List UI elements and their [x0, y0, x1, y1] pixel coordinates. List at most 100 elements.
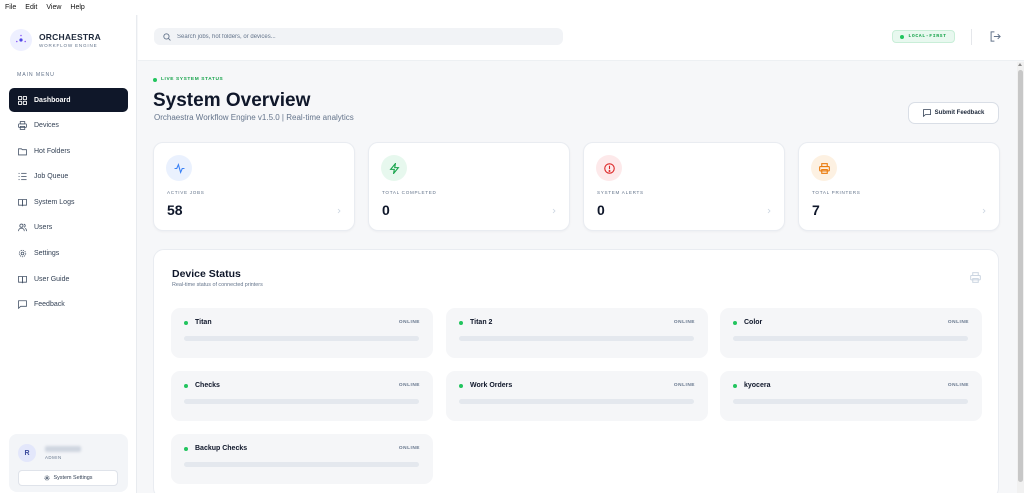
device-bar — [184, 336, 419, 341]
sidebar-item-system-logs[interactable]: System Logs — [9, 190, 128, 214]
device-bar — [459, 399, 694, 404]
live-status: LIVE SYSTEM STATUS — [153, 77, 223, 82]
status-dot — [900, 34, 905, 39]
online-dot — [184, 384, 188, 388]
chevron-right-icon — [552, 208, 556, 214]
device-status-subtitle: Real-time status of connected printers — [172, 282, 263, 288]
gear-icon — [18, 249, 27, 258]
main-content: LIVE SYSTEM STATUS System Overview Orcha… — [138, 62, 1017, 493]
brand-subtitle: WORKFLOW ENGINE — [39, 43, 98, 48]
message-icon — [922, 109, 931, 117]
device-card-work-orders[interactable]: Work Orders ONLINE — [446, 371, 708, 421]
book-icon — [18, 275, 27, 283]
local-first-badge: LOCAL-FIRST — [892, 30, 955, 43]
lightning-icon — [381, 155, 407, 181]
live-status-label: LIVE SYSTEM STATUS — [161, 77, 224, 82]
sidebar-item-label: Devices — [34, 122, 59, 130]
device-bar — [184, 462, 419, 467]
sidebar-item-feedback[interactable]: Feedback — [9, 293, 128, 317]
submit-feedback-button[interactable]: Submit Feedback — [908, 102, 999, 124]
sidebar-item-devices[interactable]: Devices — [9, 114, 128, 138]
device-card-color[interactable]: Color ONLINE — [720, 308, 982, 358]
system-settings-label: System Settings — [53, 475, 93, 481]
chevron-right-icon — [767, 208, 771, 214]
message-icon — [18, 300, 27, 310]
device-card-kyocera[interactable]: kyocera ONLINE — [720, 371, 982, 421]
stat-card-total-completed[interactable]: TOTAL COMPLETED 0 — [368, 142, 570, 231]
device-bar — [459, 336, 694, 341]
scroll-thumb[interactable] — [1018, 70, 1023, 482]
device-name: Checks — [195, 382, 220, 389]
menu-edit[interactable]: Edit — [25, 4, 37, 11]
sidebar-item-label: Settings — [34, 250, 60, 258]
stat-value: 0 — [382, 202, 390, 218]
submit-feedback-label: Submit Feedback — [934, 110, 985, 116]
device-status-title: Device Status — [172, 268, 241, 280]
online-dot — [184, 447, 188, 451]
device-card-titan[interactable]: Titan ONLINE — [171, 308, 433, 358]
topbar: LOCAL-FIRST — [138, 15, 1024, 61]
device-card-titan-2[interactable]: Titan 2 ONLINE — [446, 308, 708, 358]
search-bar[interactable] — [154, 28, 563, 45]
stat-label: TOTAL COMPLETED — [382, 190, 437, 195]
menu-heading: MAIN MENU — [17, 72, 55, 78]
logout-icon[interactable] — [990, 31, 1001, 42]
page-title: System Overview — [153, 90, 311, 111]
device-bar — [733, 336, 968, 341]
sidebar-item-label: Dashboard — [34, 96, 71, 104]
device-status: ONLINE — [398, 320, 420, 325]
stat-label: TOTAL PRINTERS — [812, 190, 861, 195]
search-input[interactable] — [177, 33, 557, 40]
online-dot — [459, 321, 463, 325]
sidebar: ORCHAESTRA WORKFLOW ENGINE MAIN MENU Das… — [0, 15, 137, 493]
system-settings-button[interactable]: System Settings — [18, 470, 118, 486]
menu-file[interactable]: File — [5, 4, 16, 11]
avatar[interactable]: R — [18, 444, 36, 462]
dashboard-icon — [18, 95, 27, 105]
device-name: Titan 2 — [470, 319, 493, 326]
scroll-up-arrow[interactable] — [1018, 63, 1022, 66]
device-name: Backup Checks — [195, 445, 248, 452]
user-name-redacted — [45, 446, 81, 452]
sidebar-item-hot-folders[interactable]: Hot Folders — [9, 139, 128, 163]
stat-card-total-printers[interactable]: TOTAL PRINTERS 7 — [798, 142, 1000, 231]
sidebar-item-label: System Logs — [34, 198, 75, 206]
menu-help[interactable]: Help — [70, 4, 84, 11]
stat-card-system-alerts[interactable]: SYSTEM ALERTS 0 — [583, 142, 785, 231]
brand-title: ORCHAESTRA — [39, 32, 101, 42]
device-status: ONLINE — [673, 383, 695, 388]
sidebar-item-dashboard[interactable]: Dashboard — [9, 88, 128, 112]
user-card: R ADMIN System Settings — [9, 434, 128, 492]
device-status: ONLINE — [398, 383, 420, 388]
scrollbar[interactable] — [1017, 62, 1024, 493]
device-card-backup-checks[interactable]: Backup Checks ONLINE — [171, 434, 433, 484]
sidebar-item-settings[interactable]: Settings — [9, 242, 128, 266]
online-dot — [733, 384, 737, 388]
sidebar-item-label: Feedback — [34, 301, 65, 309]
stat-value: 7 — [812, 202, 820, 218]
sidebar-item-label: User Guide — [34, 275, 70, 283]
stat-card-active-jobs[interactable]: ACTIVE JOBS 58 — [153, 142, 355, 231]
sidebar-item-user-guide[interactable]: User Guide — [9, 267, 128, 291]
stat-value: 0 — [597, 202, 605, 218]
sidebar-item-label: Users — [34, 224, 53, 232]
search-icon — [163, 32, 171, 41]
device-card-checks[interactable]: Checks ONLINE — [171, 371, 433, 421]
activity-icon — [166, 155, 192, 181]
users-icon — [18, 224, 27, 232]
gear-icon — [43, 475, 50, 481]
device-name: Work Orders — [470, 382, 513, 389]
sidebar-item-users[interactable]: Users — [9, 216, 128, 240]
sidebar-item-label: Hot Folders — [34, 147, 71, 155]
printer-icon — [811, 155, 837, 181]
device-status-panel: Device Status Real-time status of connec… — [153, 249, 999, 493]
menubar: File Edit View Help — [0, 0, 1024, 15]
device-status: ONLINE — [673, 320, 695, 325]
device-name: kyocera — [744, 382, 771, 389]
list-icon — [18, 173, 27, 181]
menu-view[interactable]: View — [46, 4, 61, 11]
sidebar-item-job-queue[interactable]: Job Queue — [9, 165, 128, 189]
divider — [971, 29, 972, 45]
brand[interactable]: ORCHAESTRA WORKFLOW ENGINE — [10, 29, 101, 51]
user-role: ADMIN — [45, 455, 62, 460]
